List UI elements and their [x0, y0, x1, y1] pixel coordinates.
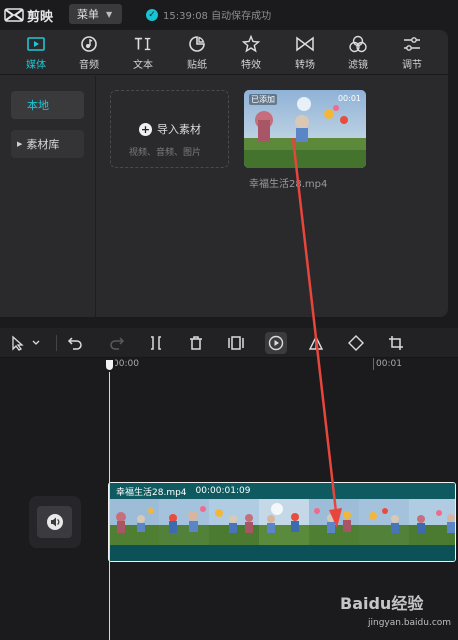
thumbnail-duration: 00:01	[337, 94, 361, 103]
chevron-down-icon: ▼	[106, 9, 113, 19]
freeze-frame-button[interactable]	[225, 332, 247, 354]
ruler-label-end: 00:01	[376, 359, 402, 369]
clip-frame	[209, 499, 259, 545]
capcut-logo-icon	[4, 8, 24, 22]
video-clip[interactable]: 幸福生活28.mp4 00:00:01:09	[108, 482, 456, 562]
import-media-button[interactable]: + 导入素材 视频、音频、图片	[110, 90, 229, 168]
check-circle-icon: ✓	[146, 8, 158, 21]
clip-frame	[259, 499, 309, 545]
redo-button[interactable]	[106, 332, 128, 354]
speaker-icon	[46, 514, 63, 530]
media-icon	[26, 34, 46, 54]
sticker-icon	[187, 34, 207, 54]
tab-effects[interactable]: 特效	[229, 34, 273, 74]
tab-sticker[interactable]: 贴纸	[175, 34, 219, 74]
tab-label: 文本	[133, 60, 153, 71]
tab-transition[interactable]: 转场	[283, 34, 327, 74]
media-filename: 幸福生活28.mp4	[249, 179, 328, 190]
watermark-brand: Baidu经验	[340, 594, 424, 613]
sidebar-item-label: 素材库	[26, 138, 60, 151]
freeze-icon	[228, 336, 244, 350]
tab-filter[interactable]: 滤镜	[336, 34, 380, 74]
app-window: 剪映 菜单 ▼ ✓ 15:39:08 自动保存成功 媒体 音频 文本 贴纸 特效…	[0, 0, 458, 640]
play-reverse-icon	[268, 335, 284, 351]
ruler-tick	[373, 358, 374, 370]
mirror-button[interactable]	[305, 332, 327, 354]
ruler-label-start: 00:00	[113, 359, 139, 369]
clip-frame	[359, 499, 409, 545]
watermark-url: jingyan.baidu.com	[368, 618, 452, 628]
tab-label: 特效	[241, 60, 261, 71]
rotate-button[interactable]	[345, 332, 367, 354]
added-badge: 已添加	[249, 94, 277, 105]
import-hint: 视频、音频、图片	[129, 148, 202, 158]
transition-icon	[295, 34, 315, 54]
save-status-text: 15:39:08 自动保存成功	[163, 11, 272, 22]
sidebar-item-library[interactable]: ▶ 素材库	[11, 130, 84, 158]
media-thumbnail[interactable]: 已添加 00:01	[244, 90, 366, 168]
clip-frame	[109, 499, 159, 545]
tab-label: 媒体	[26, 60, 46, 71]
clip-frame	[409, 499, 455, 545]
menu-button[interactable]: 菜单 ▼	[69, 4, 122, 24]
expand-triangle-icon: ▶	[17, 140, 23, 148]
media-panel: 媒体 音频 文本 贴纸 特效 转场 滤镜 调节 本地 ▶ 素材库 + 导入素材 …	[0, 30, 448, 317]
title-bar: 剪映 菜单 ▼ ✓ 15:39:08 自动保存成功	[0, 0, 458, 30]
tab-label: 滤镜	[348, 60, 368, 71]
redo-icon	[110, 337, 125, 350]
split-button[interactable]	[145, 332, 167, 354]
select-tool-button[interactable]	[6, 332, 46, 354]
plus-icon: +	[139, 122, 152, 136]
toolbar-separator	[56, 335, 57, 351]
tab-text[interactable]: 文本	[121, 34, 165, 74]
menu-label: 菜单	[77, 8, 99, 21]
clip-name: 幸福生活28.mp4	[116, 487, 187, 498]
adjust-icon	[402, 34, 422, 54]
import-label-row: + 导入素材	[139, 121, 201, 137]
timeline-toolbar	[0, 328, 458, 358]
effects-icon	[241, 34, 261, 54]
clip-audio-strip	[109, 545, 455, 561]
tab-label: 贴纸	[187, 60, 207, 71]
category-tabs: 媒体 音频 文本 贴纸 特效 转场 滤镜 调节	[0, 30, 448, 75]
delete-button[interactable]	[185, 332, 207, 354]
sidebar-item-local[interactable]: 本地	[11, 91, 84, 119]
sidebar-item-label: 本地	[27, 99, 49, 112]
playhead-handle[interactable]	[104, 358, 115, 372]
audio-icon	[79, 34, 99, 54]
clip-header: 幸福生活28.mp4 00:00:01:09	[109, 483, 455, 499]
tab-label: 音频	[79, 60, 99, 71]
tab-label: 转场	[295, 60, 315, 71]
delete-icon	[190, 336, 202, 350]
clip-filmstrip	[109, 499, 455, 545]
rotate-icon	[348, 335, 364, 351]
media-sidebar: 本地 ▶ 素材库	[0, 76, 96, 317]
clip-duration: 00:00:01:09	[195, 486, 251, 496]
app-logo: 剪映	[4, 5, 53, 25]
reverse-button[interactable]	[265, 332, 287, 354]
clip-frame	[159, 499, 209, 545]
select-icon	[12, 335, 40, 351]
app-name: 剪映	[27, 9, 54, 25]
clip-frame	[309, 499, 359, 545]
tab-audio[interactable]: 音频	[67, 34, 111, 74]
undo-button[interactable]	[64, 332, 86, 354]
tab-label: 调节	[402, 60, 422, 71]
import-label: 导入素材	[157, 123, 201, 136]
save-status: ✓ 15:39:08 自动保存成功	[146, 7, 271, 22]
time-ruler[interactable]: 00:00 00:01	[0, 358, 458, 372]
crop-icon	[389, 336, 403, 350]
watermark-logo: Baidu经验	[340, 590, 423, 614]
text-icon	[133, 34, 153, 54]
tab-media[interactable]: 媒体	[14, 34, 58, 74]
mirror-icon	[308, 336, 324, 350]
filter-icon	[348, 34, 368, 54]
crop-button[interactable]	[385, 332, 407, 354]
split-icon	[151, 336, 161, 350]
tab-adjust[interactable]: 调节	[390, 34, 434, 74]
mute-track-button[interactable]	[37, 506, 72, 538]
playhead-line	[109, 358, 110, 640]
undo-icon	[67, 337, 82, 350]
